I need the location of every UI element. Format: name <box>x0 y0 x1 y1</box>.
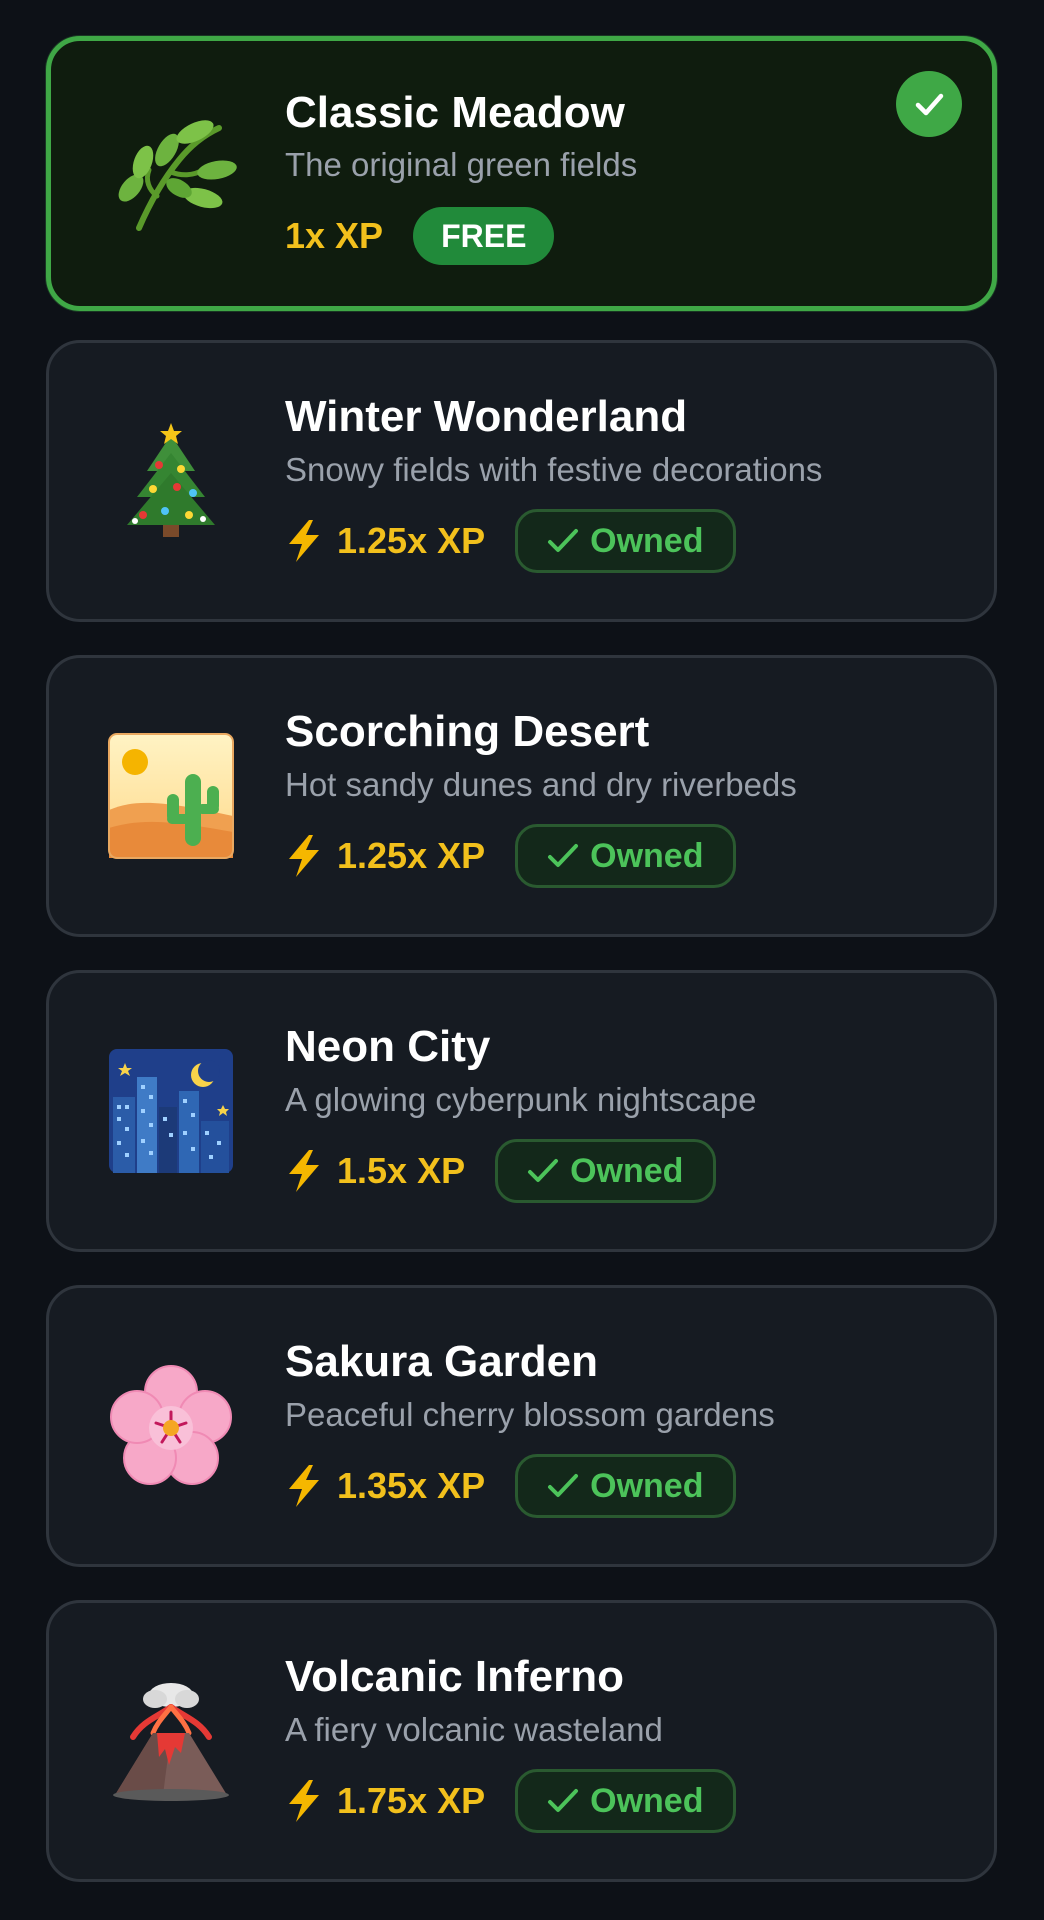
theme-card-neon-city[interactable]: Neon City A glowing cyberpunk nightscape… <box>46 970 997 1252</box>
theme-meta: 1.75x XP Owned <box>285 1768 737 1834</box>
xp-multiplier: 1.25x XP <box>285 520 485 562</box>
xp-label: 1.75x XP <box>337 1780 486 1821</box>
owned-badge: Owned <box>515 1769 737 1833</box>
theme-title: Classic Meadow <box>285 88 625 137</box>
theme-description: A fiery volcanic wasteland <box>285 1711 663 1748</box>
xp-label: 1.5x XP <box>337 1150 466 1191</box>
xp-label: 1.25x XP <box>337 520 486 561</box>
lightning-icon <box>285 1150 323 1192</box>
owned-badge: Owned <box>495 1139 717 1203</box>
theme-list: Classic Meadow The original green fields… <box>0 0 1044 1920</box>
theme-description: The original green fields <box>285 146 638 183</box>
theme-description: Hot sandy dunes and dry riverbeds <box>285 766 797 803</box>
theme-meta: 1.5x XP Owned <box>285 1138 717 1204</box>
theme-card-classic-meadow[interactable]: Classic Meadow The original green fields… <box>46 36 997 311</box>
theme-title: Sakura Garden <box>285 1337 599 1386</box>
night-city-icon <box>107 1047 235 1175</box>
owned-badge: Owned <box>515 509 737 573</box>
theme-meta: 1.35x XP Owned <box>285 1453 737 1519</box>
theme-card-sakura-garden[interactable]: Sakura Garden Peaceful cherry blossom ga… <box>46 1285 997 1567</box>
xp-label: 1.25x XP <box>337 835 486 876</box>
xp-multiplier: 1.25x XP <box>285 835 485 877</box>
volcano-icon <box>107 1677 235 1805</box>
xp-multiplier: 1x XP <box>285 215 383 257</box>
theme-card-volcanic-inferno[interactable]: Volcanic Inferno A fiery volcanic wastel… <box>46 1600 997 1882</box>
owned-label: Owned <box>590 1466 704 1505</box>
owned-label: Owned <box>590 521 704 560</box>
lightning-icon <box>285 1780 323 1822</box>
owned-badge: Owned <box>515 1454 737 1518</box>
theme-title: Neon City <box>285 1022 491 1071</box>
owned-badge: Owned <box>515 824 737 888</box>
theme-title: Winter Wonderland <box>285 392 688 441</box>
check-icon <box>526 1154 560 1188</box>
check-icon <box>546 1469 580 1503</box>
theme-card-winter-wonderland[interactable]: Winter Wonderland Snowy fields with fest… <box>46 340 997 622</box>
check-icon <box>546 524 580 558</box>
theme-description: Snowy fields with festive decorations <box>285 451 823 488</box>
theme-meta: 1.25x XP Owned <box>285 823 737 889</box>
theme-description: A glowing cyberpunk nightscape <box>285 1081 757 1118</box>
theme-card-scorching-desert[interactable]: Scorching Desert Hot sandy dunes and dry… <box>46 655 997 937</box>
theme-meta: 1.25x XP Owned <box>285 508 737 574</box>
herb-icon <box>109 110 237 238</box>
lightning-icon <box>285 835 323 877</box>
christmas-tree-icon <box>107 417 235 545</box>
xp-multiplier: 1.35x XP <box>285 1465 485 1507</box>
cherry-blossom-icon <box>107 1362 235 1490</box>
lightning-icon <box>285 1465 323 1507</box>
xp-label: 1.35x XP <box>337 1465 486 1506</box>
theme-description: Peaceful cherry blossom gardens <box>285 1396 775 1433</box>
selected-check-icon <box>896 71 962 137</box>
check-icon <box>546 839 580 873</box>
theme-title: Volcanic Inferno <box>285 1652 625 1701</box>
owned-label: Owned <box>590 1781 704 1820</box>
owned-label: Owned <box>590 836 704 875</box>
desert-icon <box>107 732 235 860</box>
free-badge: FREE <box>413 207 555 265</box>
xp-label: 1x XP <box>285 215 384 256</box>
xp-multiplier: 1.5x XP <box>285 1150 465 1192</box>
owned-label: Owned <box>570 1151 684 1190</box>
check-icon <box>546 1784 580 1818</box>
theme-meta: 1x XP FREE <box>285 203 555 269</box>
xp-multiplier: 1.75x XP <box>285 1780 485 1822</box>
theme-title: Scorching Desert <box>285 707 650 756</box>
lightning-icon <box>285 520 323 562</box>
